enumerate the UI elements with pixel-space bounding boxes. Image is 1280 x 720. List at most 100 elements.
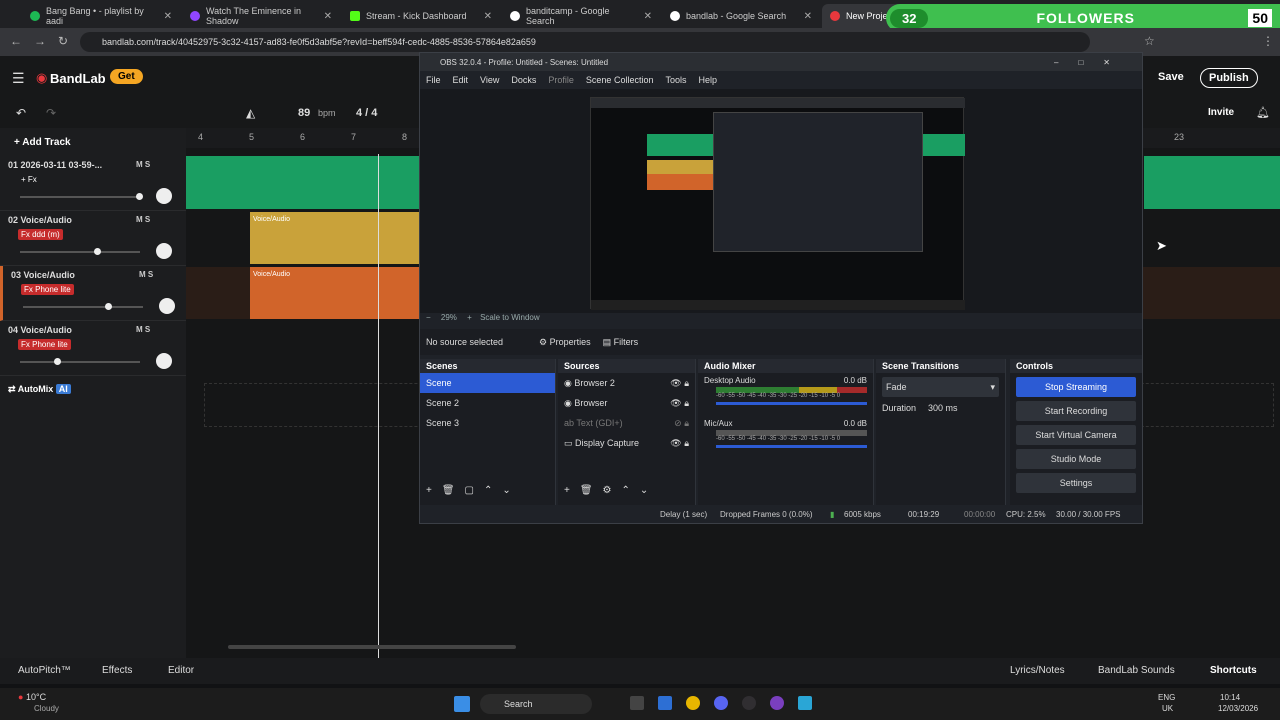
tab-crunchyroll[interactable]: Watch The Eminence in Shadow ✕ xyxy=(182,4,340,28)
track-row[interactable]: 01 2026-03-11 03-59-... + Fx M S xyxy=(0,156,186,211)
menu-view[interactable]: View xyxy=(480,75,499,85)
scale-to-window[interactable]: Scale to Window xyxy=(480,313,540,322)
scene-item[interactable]: Scene 3 xyxy=(420,413,555,433)
menu-tools[interactable]: Tools xyxy=(665,75,686,85)
hamburger-icon[interactable]: ☰ xyxy=(12,70,25,87)
shortcuts-button[interactable]: Shortcuts xyxy=(1210,665,1257,676)
mute-solo[interactable]: M S xyxy=(136,325,150,334)
window-controls[interactable]: –□✕ xyxy=(1054,58,1130,67)
source-item[interactable]: ◉ Browser 2 👁︎ 🔒︎ xyxy=(558,373,695,393)
track-row[interactable]: 03 Voice/Audio Fx Phone lite M S xyxy=(0,266,186,321)
tab-google-banditcamp[interactable]: banditcamp - Google Search ✕ xyxy=(502,4,660,28)
taskbar-search[interactable]: Search xyxy=(480,694,592,714)
time-signature[interactable]: 4 / 4 xyxy=(356,107,377,119)
pan-knob[interactable] xyxy=(156,243,172,259)
effects-button[interactable]: Effects xyxy=(102,665,132,676)
volume-slider[interactable] xyxy=(20,248,140,255)
properties-button[interactable]: ⚙ Properties xyxy=(539,337,591,348)
app-icon[interactable] xyxy=(770,696,784,710)
track-row[interactable]: 04 Voice/Audio Fx Phone lite M S xyxy=(0,321,186,376)
url-input[interactable]: bandlab.com/track/40452975-3c32-4157-ad8… xyxy=(80,32,1090,52)
menu-help[interactable]: Help xyxy=(698,75,717,85)
obs-icon[interactable] xyxy=(742,696,756,710)
windows-start-icon[interactable] xyxy=(454,696,470,712)
volume-fader[interactable] xyxy=(716,445,867,448)
pan-knob[interactable] xyxy=(156,188,172,204)
mute-solo[interactable]: M S xyxy=(139,270,153,279)
fx-button[interactable]: Fx Phone lite xyxy=(21,284,74,295)
zoom-out-icon[interactable]: − xyxy=(426,313,431,322)
close-icon[interactable]: ✕ xyxy=(164,11,172,22)
undo-icon[interactable]: ↶ xyxy=(16,106,26,120)
menu-scene-collection[interactable]: Scene Collection xyxy=(586,75,654,85)
mute-solo[interactable]: M S xyxy=(136,160,150,169)
menu-docks[interactable]: Docks xyxy=(511,75,536,85)
audio-clip[interactable]: Voice/Audio xyxy=(250,212,420,264)
clock-time[interactable]: 10:14 xyxy=(1220,693,1240,702)
metronome-icon[interactable]: ◭ xyxy=(246,106,255,120)
save-button[interactable]: Save xyxy=(1158,71,1184,83)
discord-icon[interactable] xyxy=(714,696,728,710)
bpm-value[interactable]: 89 xyxy=(298,107,310,119)
close-icon[interactable]: ✕ xyxy=(484,11,492,22)
eye-icon[interactable]: 👁︎ 🔒︎ xyxy=(670,393,689,413)
start-virtual-camera-button[interactable]: Start Virtual Camera xyxy=(1016,425,1136,445)
bandlab-sounds-button[interactable]: BandLab Sounds xyxy=(1098,665,1175,676)
volume-slider[interactable] xyxy=(20,193,143,200)
mute-solo[interactable]: M S xyxy=(136,215,150,224)
chrome-icon[interactable] xyxy=(686,696,700,710)
start-recording-button[interactable]: Start Recording xyxy=(1016,401,1136,421)
close-icon[interactable]: ✕ xyxy=(804,11,812,22)
close-icon[interactable]: ✕ xyxy=(324,11,332,22)
task-view-icon[interactable] xyxy=(630,696,644,710)
menu-file[interactable]: File xyxy=(426,75,441,85)
stop-streaming-button[interactable]: Stop Streaming xyxy=(1016,377,1136,397)
obs-preview[interactable] xyxy=(420,89,1142,313)
bookmark-star-icon[interactable]: ☆ xyxy=(1144,34,1155,48)
invite-button[interactable]: Invite xyxy=(1208,107,1234,118)
forward-icon[interactable]: → xyxy=(34,34,46,48)
filters-button[interactable]: ▤ Filters xyxy=(603,337,639,348)
settings-button[interactable]: Settings xyxy=(1016,473,1136,493)
pan-knob[interactable] xyxy=(156,353,172,369)
studio-mode-button[interactable]: Studio Mode xyxy=(1016,449,1136,469)
source-item[interactable]: ab Text (GDI+) ⊘ 🔒︎ xyxy=(558,413,695,433)
audio-clip[interactable]: Voice/Audio xyxy=(250,267,420,319)
tab-spotify[interactable]: Bang Bang • - playlist by aadi ✕ xyxy=(22,4,180,28)
back-icon[interactable]: ← xyxy=(10,34,22,48)
scene-item[interactable]: Scene xyxy=(420,373,555,393)
pan-knob[interactable] xyxy=(159,298,175,314)
language-indicator[interactable]: ENG xyxy=(1158,693,1175,702)
publish-button[interactable]: Publish xyxy=(1200,68,1258,88)
menu-dots-icon[interactable]: ⋮ xyxy=(1262,34,1274,48)
menu-edit[interactable]: Edit xyxy=(453,75,469,85)
fx-button[interactable]: Fx Phone lite xyxy=(18,339,71,350)
tab-google-bandlab[interactable]: bandlab - Google Search ✕ xyxy=(662,4,820,28)
menu-profile[interactable]: Profile xyxy=(548,75,574,85)
eye-icon[interactable]: 👁︎ 🔒︎ xyxy=(670,373,689,393)
automix-row[interactable]: ⇄ AutoMix AI xyxy=(8,384,71,395)
fx-button[interactable]: + Fx xyxy=(18,174,40,185)
volume-slider[interactable] xyxy=(20,358,140,365)
horizontal-scrollbar[interactable] xyxy=(228,645,516,649)
bell-icon[interactable]: 🔔︎ xyxy=(1256,106,1270,119)
duration-input[interactable]: 300 ms xyxy=(928,403,958,413)
redo-icon[interactable]: ↷ xyxy=(46,106,56,120)
audio-clip[interactable] xyxy=(186,156,420,209)
transition-select[interactable]: Fade ▾ xyxy=(882,377,999,397)
volume-slider[interactable] xyxy=(23,303,143,310)
lyrics-notes-button[interactable]: Lyrics/Notes xyxy=(1010,665,1065,676)
add-track-button[interactable]: + Add Track xyxy=(14,137,71,148)
scene-item[interactable]: Scene 2 xyxy=(420,393,555,413)
notepad-icon[interactable] xyxy=(798,696,812,710)
eye-hidden-icon[interactable]: ⊘ 🔒︎ xyxy=(674,413,689,433)
playhead[interactable] xyxy=(378,154,379,658)
zoom-in-icon[interactable]: + xyxy=(467,313,472,322)
source-item[interactable]: ◉ Browser 👁︎ 🔒︎ xyxy=(558,393,695,413)
weather-widget[interactable]: ● 10°C xyxy=(18,692,46,702)
source-list-toolbar[interactable]: +🗑︎⚙⌃⌄ xyxy=(564,485,658,496)
eye-icon[interactable]: 👁︎ 🔒︎ xyxy=(670,433,689,453)
scene-list-toolbar[interactable]: +🗑︎▢⌃⌄ xyxy=(426,485,521,496)
track-row[interactable]: 02 Voice/Audio Fx ddd (m) M S xyxy=(0,211,186,266)
reload-icon[interactable]: ↻ xyxy=(58,34,68,48)
